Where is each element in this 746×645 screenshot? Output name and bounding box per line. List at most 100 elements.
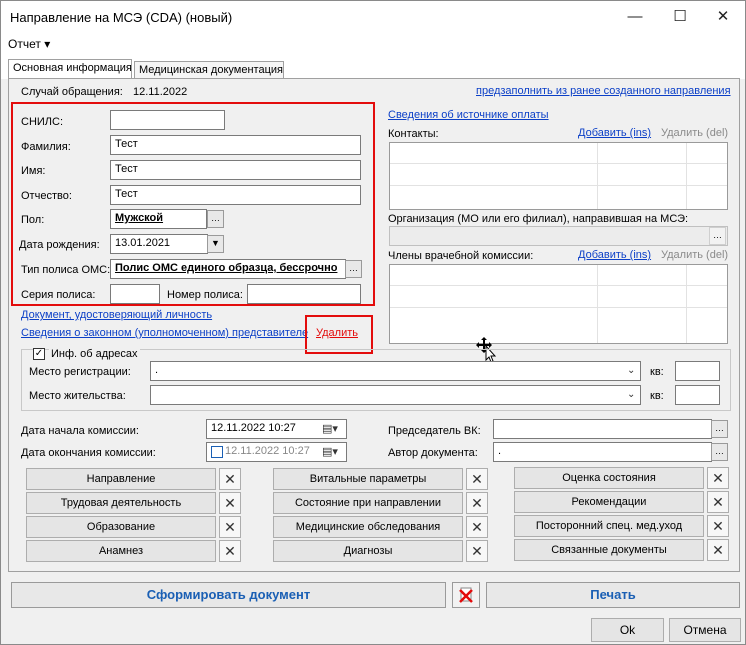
policy-type-input[interactable]: Полис ОМС единого образца, бессрочно bbox=[110, 259, 346, 279]
section-button-education[interactable]: Образование bbox=[26, 516, 216, 538]
org-label: Организация (МО или его филиал), направи… bbox=[388, 213, 689, 225]
commission-end-label: Дата окончания комиссии: bbox=[21, 447, 156, 459]
cancel-button[interactable]: Отмена bbox=[669, 618, 741, 642]
lastname-input[interactable]: Тест bbox=[110, 135, 361, 155]
address-checkbox-label: Инф. об адресах bbox=[49, 348, 140, 360]
residence-label: Место жительства: bbox=[29, 390, 126, 402]
menu-report[interactable]: Отчет ▾ bbox=[8, 37, 50, 51]
sex-label: Пол: bbox=[21, 214, 45, 226]
section-button-direction[interactable]: Направление bbox=[26, 468, 216, 490]
chair-input[interactable] bbox=[493, 419, 712, 439]
generate-document-button[interactable]: Сформировать документ bbox=[11, 582, 446, 608]
residence-apt-input[interactable] bbox=[675, 385, 720, 405]
commission-end-checkbox[interactable] bbox=[211, 446, 223, 458]
close-icon[interactable]: ✕ bbox=[707, 491, 729, 513]
dialog-window: Направление на МСЭ (CDA) (новый) — ☐ ✕ О… bbox=[0, 0, 746, 645]
sex-input[interactable]: Мужской bbox=[110, 209, 207, 229]
policy-type-picker-button[interactable]: … bbox=[345, 260, 362, 278]
chair-picker-button[interactable]: … bbox=[711, 420, 728, 438]
maximize-button[interactable]: ☐ bbox=[665, 5, 695, 29]
firstname-input[interactable]: Тест bbox=[110, 160, 361, 180]
policy-series-label: Серия полиса: bbox=[21, 289, 96, 301]
print-button[interactable]: Печать bbox=[486, 582, 740, 608]
residence-dropdown-icon[interactable]: ⌄ bbox=[627, 389, 635, 400]
calendar-dropdown-icon[interactable]: ▤▾ bbox=[322, 445, 338, 458]
registration-apt-label: кв: bbox=[650, 366, 664, 378]
commission-add-link[interactable]: Добавить (ins) bbox=[578, 249, 651, 261]
close-icon[interactable]: ✕ bbox=[707, 515, 729, 537]
registration-dropdown-icon[interactable]: ⌄ bbox=[627, 365, 635, 376]
birthdate-dropdown-button[interactable]: ▼ bbox=[207, 235, 224, 253]
author-picker-button[interactable]: … bbox=[711, 443, 728, 461]
delete-doc-icon bbox=[459, 587, 473, 603]
tab-strip: Основная информация Медицинская документ… bbox=[1, 55, 745, 80]
commission-members-label: Члены врачебной комиссии: bbox=[388, 250, 534, 262]
section-button-external-care[interactable]: Посторонний спец. мед.уход bbox=[514, 515, 704, 537]
close-icon[interactable]: ✕ bbox=[466, 540, 488, 562]
commission-members-grid[interactable] bbox=[389, 264, 728, 344]
policy-number-label: Номер полиса: bbox=[167, 289, 243, 301]
patronymic-label: Отчество: bbox=[21, 190, 72, 202]
section-button-diagnoses[interactable]: Диагнозы bbox=[273, 540, 463, 562]
chair-label: Председатель ВК: bbox=[388, 425, 481, 437]
registration-label: Место регистрации: bbox=[29, 366, 131, 378]
ok-button[interactable]: Ok bbox=[591, 618, 664, 642]
org-input[interactable] bbox=[389, 226, 728, 246]
contacts-grid-rowline bbox=[390, 163, 727, 164]
section-button-linked-docs[interactable]: Связанные документы bbox=[514, 539, 704, 561]
sex-picker-button[interactable]: … bbox=[207, 210, 224, 228]
policy-series-input[interactable] bbox=[110, 284, 160, 304]
commission-start-label: Дата начала комиссии: bbox=[21, 425, 139, 437]
identity-doc-link[interactable]: Документ, удостоверяющий личность bbox=[21, 309, 212, 321]
close-icon[interactable]: ✕ bbox=[219, 468, 241, 490]
delete-representative-link[interactable]: Удалить bbox=[316, 327, 358, 339]
section-button-employment[interactable]: Трудовая деятельность bbox=[26, 492, 216, 514]
close-icon[interactable]: ✕ bbox=[466, 492, 488, 514]
patronymic-input[interactable]: Тест bbox=[110, 185, 361, 205]
close-icon[interactable]: ✕ bbox=[707, 467, 729, 489]
lastname-label: Фамилия: bbox=[21, 141, 71, 153]
minimize-button[interactable]: — bbox=[620, 5, 650, 29]
author-input[interactable]: . bbox=[493, 442, 712, 462]
firstname-label: Имя: bbox=[21, 165, 46, 177]
contacts-grid-divider bbox=[686, 143, 687, 209]
section-button-assessment[interactable]: Оценка состояния bbox=[514, 467, 704, 489]
snils-label: СНИЛС: bbox=[21, 116, 64, 128]
close-icon[interactable]: ✕ bbox=[219, 492, 241, 514]
representative-link[interactable]: Сведения о законном (уполномоченном) пре… bbox=[21, 327, 308, 339]
close-icon[interactable]: ✕ bbox=[466, 516, 488, 538]
contacts-grid[interactable] bbox=[389, 142, 728, 210]
birthdate-label: Дата рождения: bbox=[19, 239, 100, 251]
close-icon[interactable]: ✕ bbox=[466, 468, 488, 490]
contacts-remove-link[interactable]: Удалить (del) bbox=[661, 127, 728, 139]
calendar-dropdown-icon[interactable]: ▤▾ bbox=[322, 422, 338, 435]
contacts-add-link[interactable]: Добавить (ins) bbox=[578, 127, 651, 139]
org-picker-button[interactable]: … bbox=[709, 227, 726, 245]
author-label: Автор документа: bbox=[388, 447, 478, 459]
prefill-link[interactable]: предзаполнить из ранее созданного направ… bbox=[476, 85, 731, 97]
commission-grid-divider bbox=[686, 265, 687, 343]
close-icon[interactable]: ✕ bbox=[707, 539, 729, 561]
contacts-grid-rowline bbox=[390, 185, 727, 186]
policy-type-label: Тип полиса ОМС: bbox=[21, 264, 111, 276]
section-button-examinations[interactable]: Медицинские обследования bbox=[273, 516, 463, 538]
policy-number-input[interactable] bbox=[247, 284, 361, 304]
commission-remove-link[interactable]: Удалить (del) bbox=[661, 249, 728, 261]
tab-main-info[interactable]: Основная информация bbox=[8, 59, 132, 80]
delete-document-button[interactable] bbox=[452, 582, 480, 608]
residence-input[interactable] bbox=[150, 385, 641, 405]
snils-input[interactable] bbox=[110, 110, 225, 130]
address-checkbox[interactable]: ✓ bbox=[33, 348, 45, 360]
close-icon[interactable]: ✕ bbox=[219, 516, 241, 538]
registration-apt-input[interactable] bbox=[675, 361, 720, 381]
close-button[interactable]: ✕ bbox=[708, 5, 738, 29]
section-button-anamnesis[interactable]: Анамнез bbox=[26, 540, 216, 562]
section-button-vitals[interactable]: Витальные параметры bbox=[273, 468, 463, 490]
registration-input[interactable]: . bbox=[150, 361, 641, 381]
close-icon[interactable]: ✕ bbox=[219, 540, 241, 562]
section-button-recommendations[interactable]: Рекомендации bbox=[514, 491, 704, 513]
birthdate-input[interactable]: 13.01.2021 bbox=[110, 234, 208, 254]
payment-source-link[interactable]: Сведения об источнике оплаты bbox=[388, 109, 549, 121]
case-date: 12.11.2022 bbox=[133, 86, 188, 98]
section-button-condition[interactable]: Состояние при направлении bbox=[273, 492, 463, 514]
